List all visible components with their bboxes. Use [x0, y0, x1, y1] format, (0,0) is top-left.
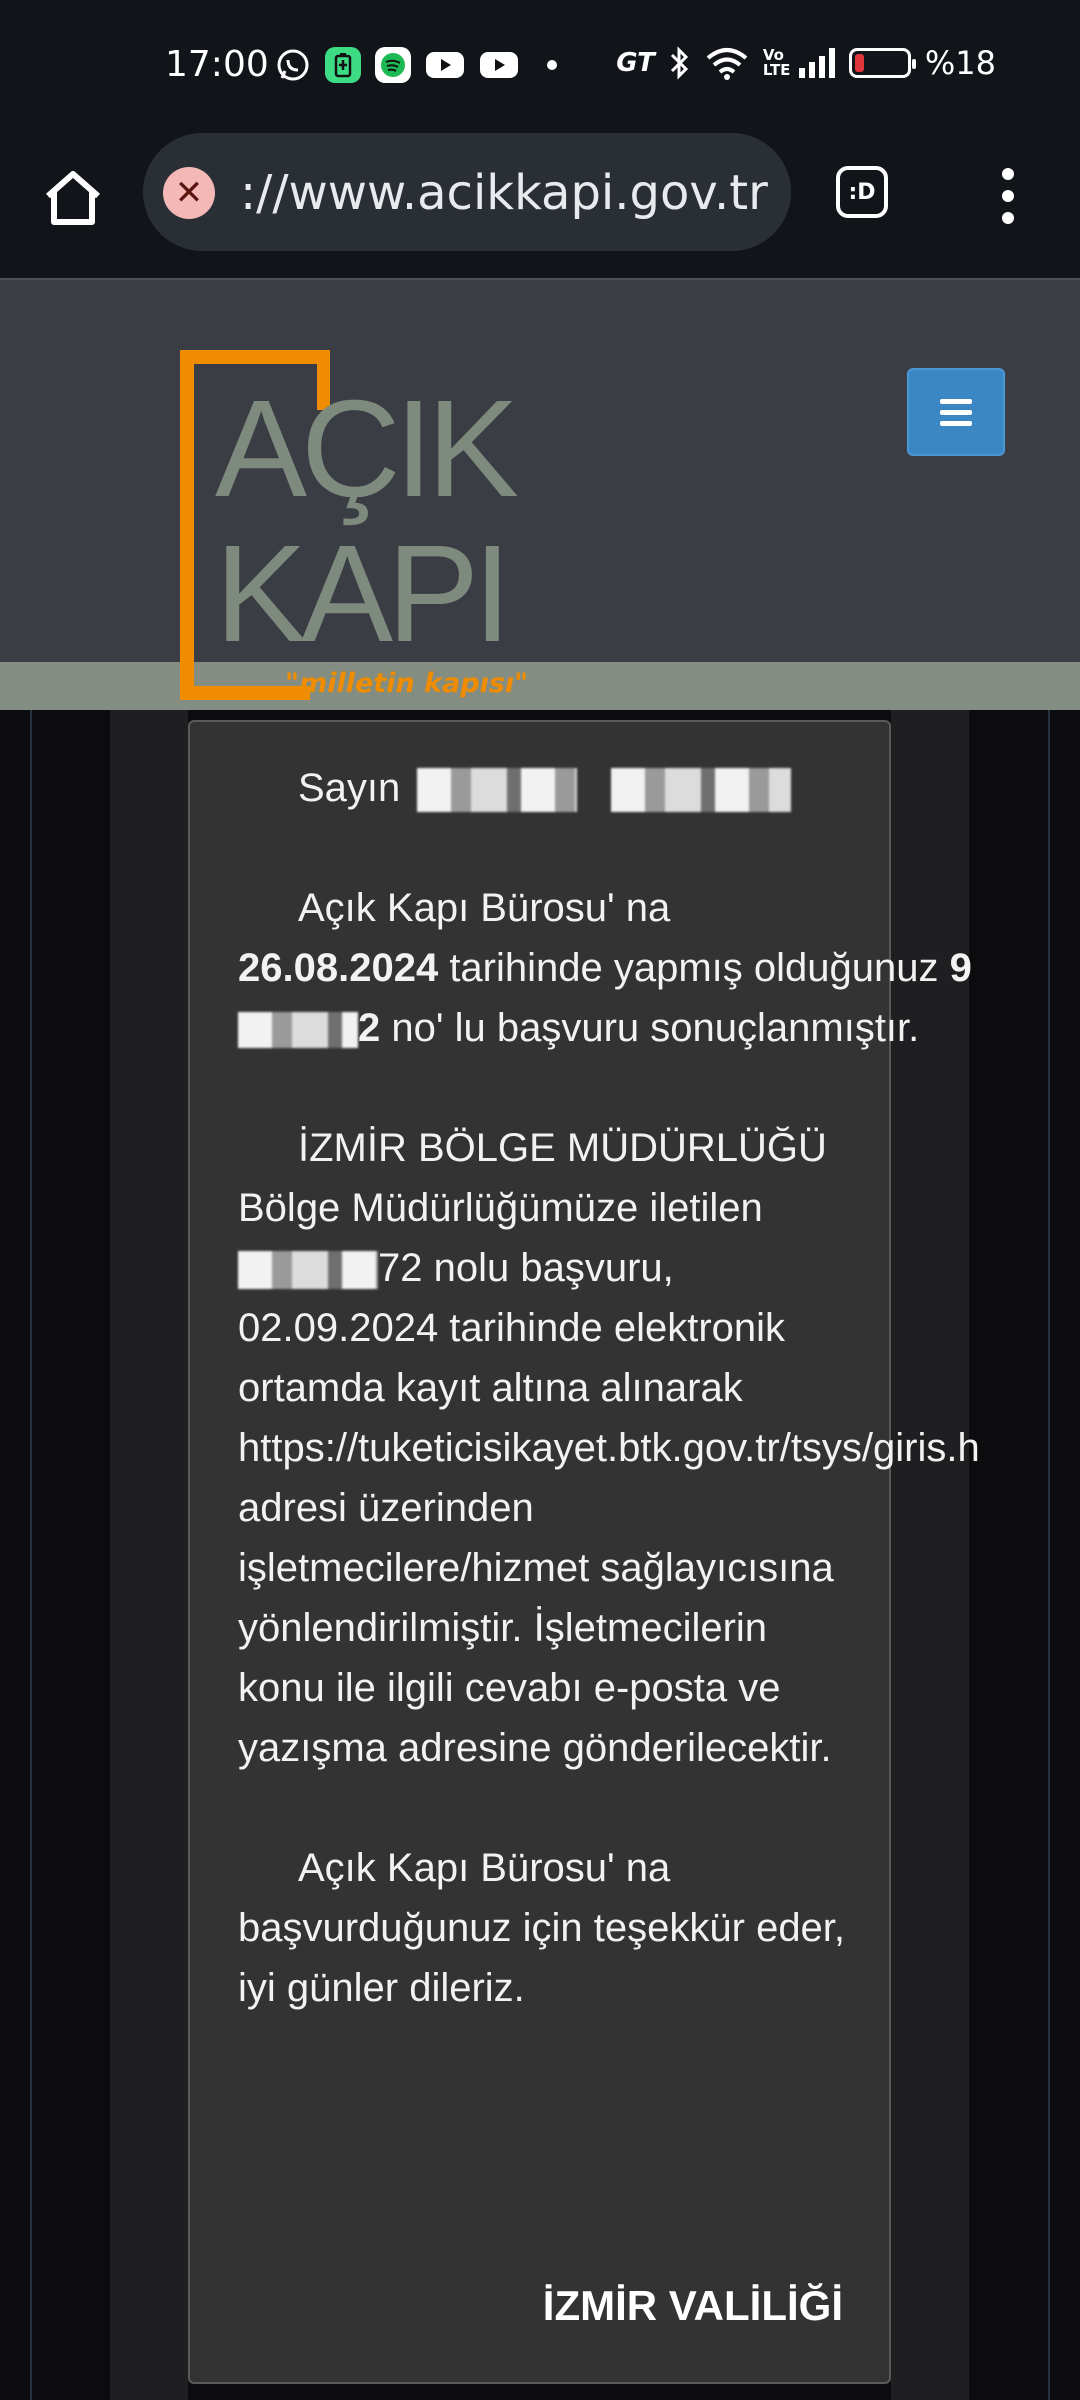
result-message-card: Sayın Açık Kapı Bürosu' na 26.08.2024 ta… [188, 720, 980, 2384]
unit-name: İZMİR BÖLGE MÜDÜRLÜĞÜ [298, 1126, 827, 1170]
status-time: 17:00 [165, 44, 269, 85]
battery-level [854, 54, 864, 72]
application-date: 26.08.2024 [238, 946, 439, 990]
logo-text-acik: AÇIK [215, 372, 519, 526]
browser-toolbar: ✕ ://www.acikkapi.gov.tr :D [0, 130, 1080, 278]
acik-kapi-logo[interactable]: AÇIK KAPI "milletin kapısı" [180, 350, 580, 710]
volte-label: Vo LTE [762, 46, 791, 79]
redacted-reference-no [238, 1251, 378, 1290]
whatsapp-icon [277, 49, 309, 81]
address-bar[interactable]: ✕ ://www.acikkapi.gov.tr [143, 133, 791, 251]
url-text[interactable]: ://www.acikkapi.gov.tr [240, 165, 768, 221]
hamburger-menu-button[interactable] [907, 368, 1005, 456]
battery-percent: %18 [924, 44, 996, 82]
complaint-url: https://tuketicisikayet.btk.gov.tr/tsys/… [238, 1426, 980, 1470]
page-content: Sayın Açık Kapı Bürosu' na 26.08.2024 ta… [0, 710, 1080, 2400]
status-bar: 17:00 GT Vo LTE %18 [0, 0, 1080, 130]
spotify-icon [375, 47, 411, 83]
redacted-name [417, 768, 578, 813]
logo-text-kapi: KAPI [215, 517, 511, 671]
paragraph-result: Açık Kapı Bürosu' na 26.08.2024 tarihind… [238, 886, 972, 1050]
wifi-icon [706, 48, 748, 80]
redacted-application-no [238, 1012, 358, 1049]
signal-icon [798, 48, 835, 78]
youtube-icon [480, 52, 518, 78]
redacted-surname [610, 768, 791, 813]
message-body: Sayın Açık Kapı Bürosu' na 26.08.2024 ta… [238, 758, 1038, 2018]
not-secure-icon[interactable]: ✕ [163, 167, 215, 219]
tab-switcher-button[interactable]: :D [836, 166, 888, 218]
browser-menu-icon[interactable] [994, 168, 1022, 224]
network-gt-label: GT [616, 48, 655, 78]
battery-icon [848, 48, 916, 78]
bluetooth-icon [670, 46, 688, 80]
youtube-icon [426, 52, 464, 78]
salutation: Sayın [238, 758, 1038, 818]
home-icon[interactable] [40, 166, 106, 232]
more-notifications-dot [547, 60, 557, 70]
paragraph-forwarding: İZMİR BÖLGE MÜDÜRLÜĞÜ Bölge Müdürlüğümüz… [238, 1118, 980, 1778]
battery-saver-icon [325, 47, 361, 83]
status-right-icons: GT Vo LTE %18 [616, 44, 996, 82]
signature: İZMİR VALİLİĞİ [542, 2282, 843, 2329]
paragraph-thanks: Açık Kapı Bürosu' na başvurduğunuz için … [238, 1846, 846, 2010]
logo-slogan: "milletin kapısı" [285, 668, 529, 699]
notification-icons [275, 44, 557, 86]
